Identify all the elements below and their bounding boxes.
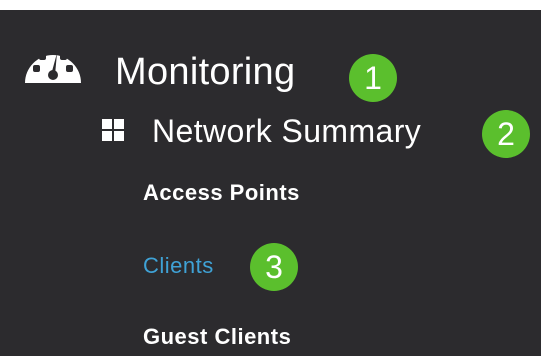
submenu-item-clients[interactable]: Clients bbox=[143, 253, 214, 279]
network-summary-label: Network Summary bbox=[152, 113, 422, 149]
step-badge-2: 2 bbox=[482, 110, 530, 158]
monitoring-label: Monitoring bbox=[115, 51, 296, 93]
submenu-item-access-points[interactable]: Access Points bbox=[143, 180, 300, 206]
dashboard-dial-icon bbox=[25, 53, 81, 83]
step-badge-1: 1 bbox=[349, 54, 397, 102]
submenu-item-guest-clients[interactable]: Guest Clients bbox=[143, 324, 291, 350]
step-badge-3: 3 bbox=[250, 243, 298, 291]
grid-icon bbox=[102, 119, 124, 141]
